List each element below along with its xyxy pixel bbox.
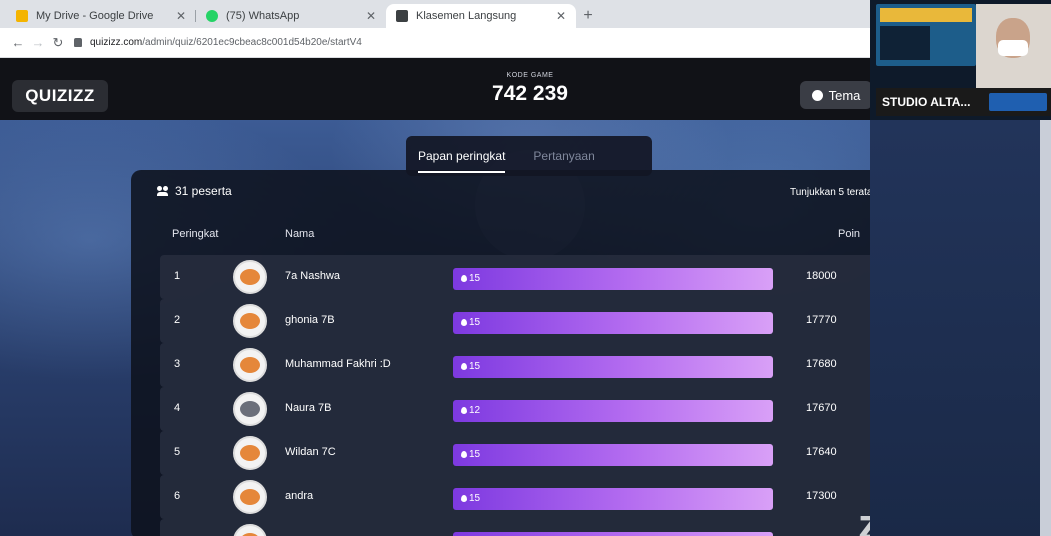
answer-count: 15	[469, 361, 481, 372]
video-stage	[870, 120, 1051, 536]
game-code-label: KODE GAME	[506, 72, 554, 79]
tab-questions[interactable]: Pertanyaan	[533, 149, 594, 163]
quizizz-icon	[396, 10, 408, 22]
answer-drop-icon	[461, 319, 467, 326]
progress-bar: 15	[453, 312, 773, 334]
answer-count: 15	[469, 493, 481, 504]
palette-icon	[811, 89, 823, 101]
rank: 1	[174, 270, 181, 282]
browser-tab-strip: My Drive - Google Drive ✕ (75) WhatsApp …	[0, 0, 870, 28]
progress-bar: 12	[453, 400, 773, 422]
tab-google-drive[interactable]: My Drive - Google Drive ✕	[6, 4, 196, 28]
address-bar: ← → ↻ quizizz.com /admin/quiz/6201ec9cbe…	[0, 28, 870, 58]
progress-bar: 15	[453, 356, 773, 378]
answer-count: 15	[469, 449, 481, 460]
player-name: andra	[285, 490, 314, 502]
tab-leaderboard[interactable]: Papan peringkat	[418, 149, 506, 173]
answer-drop-icon	[461, 275, 467, 282]
rank: 2	[174, 314, 181, 326]
points: 18000	[806, 270, 837, 282]
answer-drop-icon	[461, 451, 467, 458]
avatar	[233, 348, 267, 382]
tab-whatsapp[interactable]: (75) WhatsApp ✕	[196, 4, 386, 28]
quizizz-header	[0, 58, 870, 120]
view-switcher: Papan peringkat Pertanyaan	[406, 136, 652, 176]
quizizz-logo[interactable]: QUIZIZZ	[12, 80, 108, 112]
participant-count: 31 peserta	[157, 184, 232, 198]
points: 17300	[806, 490, 837, 502]
participant-name-bar: STUDIO ALTA...	[876, 88, 1051, 116]
avatar	[233, 304, 267, 338]
game-code-block: KODE GAME 742 239	[440, 72, 620, 106]
answer-drop-icon	[461, 363, 467, 370]
close-tab-icon[interactable]: ✕	[556, 9, 566, 23]
avatar	[233, 392, 267, 426]
column-header-rank: Peringkat	[172, 228, 219, 240]
answer-count: 15	[469, 273, 481, 284]
close-tab-icon[interactable]: ✕	[366, 9, 376, 23]
webcam-feed	[976, 4, 1051, 88]
leaderboard-row: 4 Naura 7B 12 17670 ✖	[160, 387, 896, 431]
screen: My Drive - Google Drive ✕ (75) WhatsApp …	[0, 0, 1051, 536]
player-name: Wildan 7C	[285, 446, 336, 458]
player-name: Muhammad Fakhri :D	[285, 358, 391, 370]
points: 17640	[806, 446, 837, 458]
progress-bar: 15	[453, 444, 773, 466]
rank: 5	[174, 446, 181, 458]
reload-icon[interactable]: ↻	[48, 35, 68, 51]
avatar	[233, 524, 267, 536]
progress-bar: 15	[453, 268, 773, 290]
player-name: ghonia 7B	[285, 314, 335, 326]
rank: 6	[174, 490, 181, 502]
progress-bar: 15	[453, 488, 773, 510]
answer-count: 12	[469, 405, 481, 416]
side-badge	[989, 93, 1047, 111]
whatsapp-icon	[206, 10, 218, 22]
avatar	[233, 436, 267, 470]
player-name: Naura 7B	[285, 402, 332, 414]
game-code: 742 239	[492, 82, 568, 105]
answer-drop-icon	[461, 407, 467, 414]
close-tab-icon[interactable]: ✕	[176, 9, 186, 23]
leaderboard-row: 3 Muhammad Fakhri :D 15 17680 ✖	[160, 343, 896, 387]
player-name: 7a Nashwa	[285, 270, 341, 282]
answer-drop-icon	[461, 495, 467, 502]
participant-name: STUDIO ALTA...	[882, 95, 971, 109]
leaderboard-row	[160, 519, 896, 536]
tab-title: (75) WhatsApp	[226, 10, 300, 22]
points: 17670	[806, 402, 837, 414]
participant-count-label: 31 peserta	[175, 184, 232, 198]
avatar	[233, 260, 267, 294]
people-icon	[157, 186, 169, 196]
rank: 3	[174, 358, 181, 370]
back-icon[interactable]: ←	[8, 35, 28, 50]
theme-button[interactable]: Tema	[800, 81, 872, 109]
answer-count: 15	[469, 317, 481, 328]
shared-slide-thumbnail	[876, 4, 976, 66]
leaderboard-row: 5 Wildan 7C 15 17640 ✖	[160, 431, 896, 475]
show-top-label: Tunjukkan 5 teratas	[790, 187, 878, 198]
new-tab-icon[interactable]: +	[576, 4, 600, 28]
lock-icon	[74, 38, 82, 47]
tab-title: Klasemen Langsung	[416, 10, 517, 22]
tab-klasemen[interactable]: Klasemen Langsung ✕	[386, 4, 576, 28]
points: 17770	[806, 314, 837, 326]
url-field[interactable]: quizizz.com /admin/quiz/6201ec9cbeac8c00…	[74, 37, 362, 48]
leaderboard-row: 6 andra 15 17300 ✖	[160, 475, 896, 519]
points: 17680	[806, 358, 837, 370]
avatar	[233, 480, 267, 514]
google-drive-icon	[16, 10, 28, 22]
leaderboard-row: 2 ghonia 7B 15 17770 ✖	[160, 299, 896, 343]
tab-title: My Drive - Google Drive	[36, 10, 154, 22]
leaderboard-row: 1 7a Nashwa 15 18000 ✖	[160, 255, 896, 299]
progress-bar	[453, 532, 773, 536]
column-header-name: Nama	[285, 228, 315, 240]
url-domain: quizizz.com	[90, 37, 143, 48]
theme-label: Tema	[828, 87, 861, 103]
forward-icon[interactable]: →	[28, 35, 48, 50]
column-header-points: Poin	[838, 228, 861, 240]
url-path: /admin/quiz/6201ec9cbeac8c001d54b20e/sta…	[142, 37, 362, 48]
rank: 4	[174, 402, 181, 414]
